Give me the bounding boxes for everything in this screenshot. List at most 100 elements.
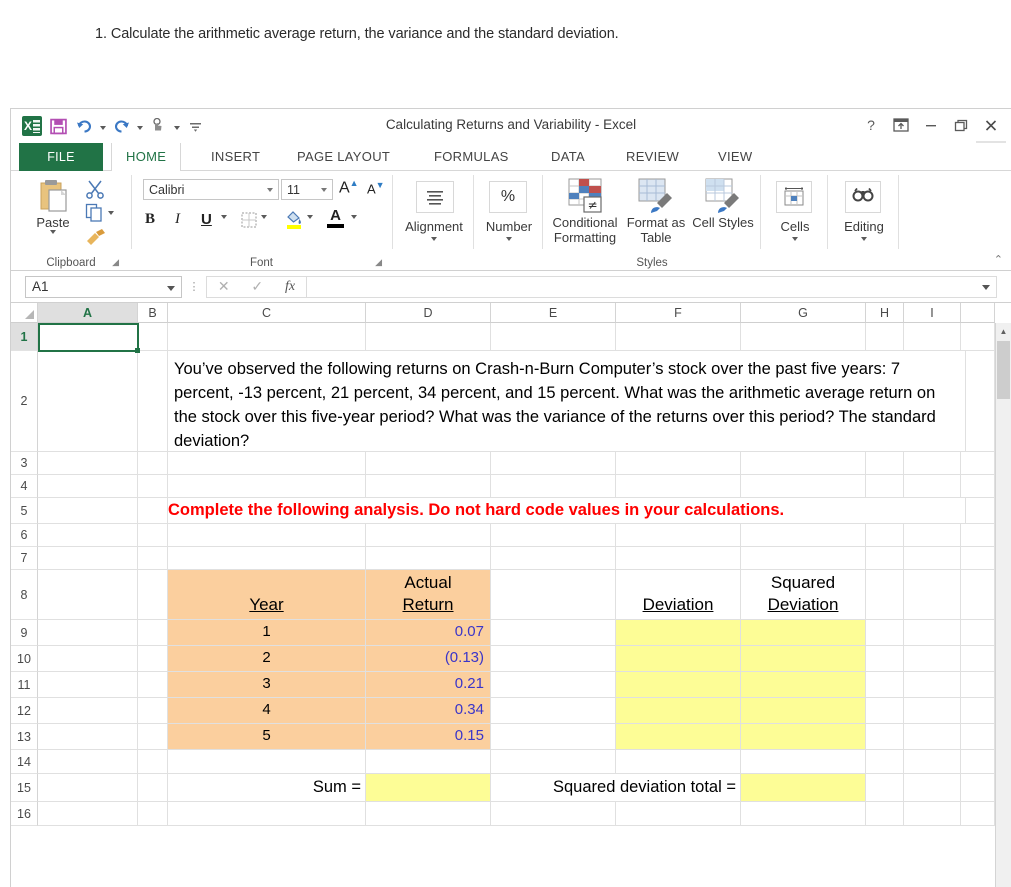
redo-dropdown-icon[interactable]	[134, 113, 145, 139]
cell-b3[interactable]	[138, 452, 168, 475]
cell-h15[interactable]	[866, 774, 904, 802]
redo-icon[interactable]	[108, 113, 134, 139]
actual-return-cell[interactable]: 0.21	[366, 672, 491, 698]
cell-d14[interactable]	[366, 750, 491, 774]
cell-c16[interactable]	[168, 802, 366, 826]
minimize-icon[interactable]	[917, 113, 945, 137]
squared-deviation-input-cell[interactable]	[741, 646, 866, 672]
column-header-c[interactable]: C	[168, 303, 366, 323]
cell-a9[interactable]	[38, 620, 138, 646]
cell-h9[interactable]	[866, 620, 904, 646]
column-header-g[interactable]: G	[741, 303, 866, 323]
cell-b4[interactable]	[138, 475, 168, 498]
cell-f1[interactable]	[616, 323, 741, 351]
fill-color-dropdown-icon[interactable]	[307, 215, 313, 237]
column-header-partial[interactable]	[961, 303, 995, 323]
cell-b15[interactable]	[138, 774, 168, 802]
cell-h6[interactable]	[866, 524, 904, 547]
table-row[interactable]: 5	[168, 724, 366, 750]
actual-return-cell[interactable]: 0.07	[366, 620, 491, 646]
clipboard-dialog-launcher[interactable]: ◢	[112, 257, 119, 268]
font-name-input[interactable]: Calibri	[143, 179, 279, 200]
cell-a6[interactable]	[38, 524, 138, 547]
cell-h4[interactable]	[866, 475, 904, 498]
format-as-table-button[interactable]: Format as Table	[624, 177, 688, 245]
cell-e16[interactable]	[491, 802, 616, 826]
tab-review[interactable]: REVIEW	[612, 143, 693, 171]
cell-f16[interactable]	[616, 802, 741, 826]
squared-deviation-input-cell[interactable]	[741, 620, 866, 646]
cell-b11[interactable]	[138, 672, 168, 698]
cell-a12[interactable]	[38, 698, 138, 724]
cell-b10[interactable]	[138, 646, 168, 672]
column-header-e[interactable]: E	[491, 303, 616, 323]
cell-f3[interactable]	[616, 452, 741, 475]
ribbon-group-alignment[interactable]: Alignment	[396, 171, 472, 271]
tab-view[interactable]: VIEW	[704, 143, 766, 171]
cell-d6[interactable]	[366, 524, 491, 547]
cell-d16[interactable]	[366, 802, 491, 826]
cell-i6[interactable]	[904, 524, 961, 547]
cell-g16[interactable]	[741, 802, 866, 826]
cell-j6[interactable]	[961, 524, 995, 547]
row-header-8[interactable]: 8	[11, 570, 38, 620]
cell-f6[interactable]	[616, 524, 741, 547]
cell-c4[interactable]	[168, 475, 366, 498]
cell-b5[interactable]	[138, 498, 168, 524]
ribbon-group-number[interactable]: % Number	[477, 171, 541, 271]
cell-i11[interactable]	[904, 672, 961, 698]
cells-icon[interactable]	[776, 181, 812, 213]
cell-j4[interactable]	[961, 475, 995, 498]
underline-button[interactable]: U	[201, 211, 212, 228]
table-row[interactable]: 1	[168, 620, 366, 646]
tab-data[interactable]: DATA	[537, 143, 599, 171]
cell-a2[interactable]	[38, 351, 138, 452]
row-header-5[interactable]: 5	[11, 498, 38, 524]
cell-e6[interactable]	[491, 524, 616, 547]
tab-file[interactable]: FILE	[19, 143, 103, 171]
sum-label[interactable]: Sum =	[168, 774, 366, 802]
cell-i10[interactable]	[904, 646, 961, 672]
font-color-icon[interactable]: A	[327, 208, 344, 228]
row-header-3[interactable]: 3	[11, 452, 38, 475]
cell-h10[interactable]	[866, 646, 904, 672]
undo-dropdown-icon[interactable]	[97, 113, 108, 139]
cell-a14[interactable]	[38, 750, 138, 774]
bold-button[interactable]: B	[145, 211, 155, 228]
cell-e7[interactable]	[491, 547, 616, 570]
deviation-input-cell[interactable]	[616, 724, 741, 750]
cell-e13[interactable]	[491, 724, 616, 750]
cell-j10[interactable]	[961, 646, 995, 672]
cell-b2[interactable]	[138, 351, 168, 452]
cut-icon[interactable]	[85, 179, 105, 204]
cell-j8[interactable]	[961, 570, 995, 620]
table-row[interactable]: 4	[168, 698, 366, 724]
paste-button[interactable]: Paste	[25, 177, 81, 234]
font-size-input[interactable]: 11	[281, 179, 333, 200]
copy-icon[interactable]	[85, 203, 114, 222]
cell-f8-deviation-header[interactable]: Deviation	[616, 570, 741, 620]
ribbon-group-cells[interactable]: Cells	[764, 171, 826, 271]
sum-input-cell[interactable]	[366, 774, 491, 802]
cell-j9[interactable]	[961, 620, 995, 646]
cell-h3[interactable]	[866, 452, 904, 475]
cell-g1[interactable]	[741, 323, 866, 351]
cell-e1[interactable]	[491, 323, 616, 351]
vertical-scrollbar[interactable]: ▲	[995, 323, 1011, 887]
row-header-4[interactable]: 4	[11, 475, 38, 498]
row-header-7[interactable]: 7	[11, 547, 38, 570]
scrollbar-thumb[interactable]	[997, 341, 1010, 399]
cell-b1[interactable]	[138, 323, 168, 351]
tab-page-layout[interactable]: PAGE LAYOUT	[283, 143, 404, 171]
italic-button[interactable]: I	[175, 211, 180, 228]
editing-find-icon[interactable]	[845, 181, 881, 213]
cell-i12[interactable]	[904, 698, 961, 724]
select-all-corner[interactable]	[11, 303, 38, 323]
row-header-16[interactable]: 16	[11, 802, 38, 826]
cell-i4[interactable]	[904, 475, 961, 498]
ribbon-group-editing[interactable]: Editing	[831, 171, 897, 271]
row-header-10[interactable]: 10	[11, 646, 38, 672]
cell-h8[interactable]	[866, 570, 904, 620]
cell-a7[interactable]	[38, 547, 138, 570]
increase-font-size-icon[interactable]: A▲	[339, 178, 359, 197]
